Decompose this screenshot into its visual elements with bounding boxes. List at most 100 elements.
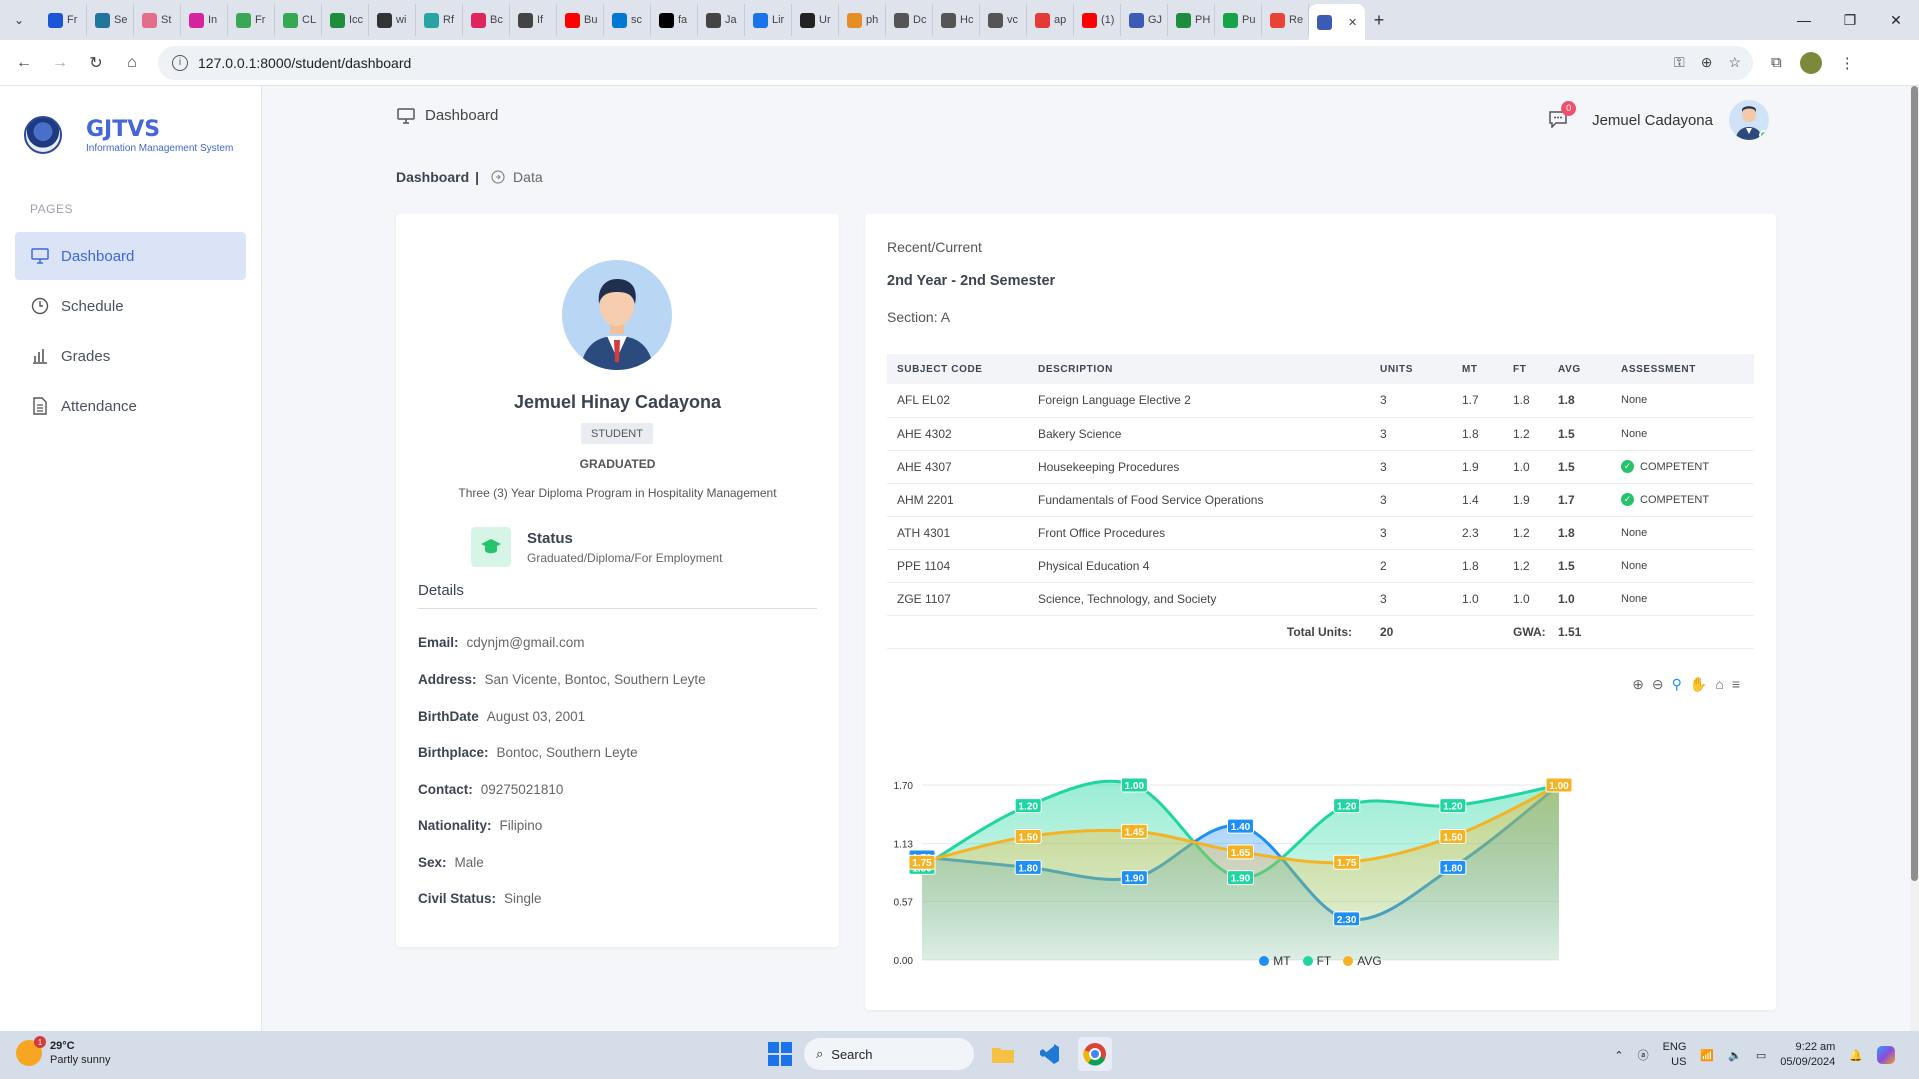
clock[interactable]: 9:22 am 05/09/2024: [1780, 1040, 1835, 1070]
browser-tab[interactable]: Dc: [886, 4, 933, 36]
file-explorer-icon[interactable]: [986, 1037, 1020, 1071]
tab-favicon-icon: [1129, 12, 1144, 28]
browser-tab[interactable]: St: [134, 4, 181, 36]
chevron-up-icon[interactable]: ⌃: [1614, 1049, 1623, 1062]
legend-item-ft[interactable]: FT: [1302, 954, 1331, 968]
vscode-icon[interactable]: [1032, 1037, 1066, 1071]
forward-icon[interactable]: →: [42, 54, 78, 72]
close-tab-icon[interactable]: ✕: [1348, 16, 1357, 29]
data-label-text: 1.20: [1443, 802, 1463, 813]
browser-tab[interactable]: ✕: [1309, 4, 1365, 40]
browser-tab[interactable]: ap: [1027, 4, 1074, 36]
legend-dot-icon: [1259, 956, 1270, 966]
tab-label: Lir: [772, 14, 785, 26]
standing-label: GRADUATED: [579, 457, 656, 471]
key-icon[interactable]: ⚿: [1674, 54, 1685, 71]
windows-start-icon[interactable]: [768, 1042, 792, 1066]
browser-tab[interactable]: Bu: [557, 4, 604, 36]
browser-tab[interactable]: If: [510, 4, 557, 36]
data-label-avg: 1.75: [908, 854, 936, 870]
data-label-text: 1.00: [1125, 781, 1145, 792]
browser-tab[interactable]: Hc: [933, 4, 980, 36]
tab-favicon-icon: [753, 12, 768, 28]
browser-tab[interactable]: fa: [651, 4, 698, 36]
browser-tab[interactable]: Re: [1262, 4, 1309, 36]
cell-code: PPE 1104: [887, 549, 1028, 583]
y-tick-label: 0.57: [894, 897, 914, 908]
page-scrollbar[interactable]: [1910, 86, 1919, 1031]
browser-tab[interactable]: Ja: [698, 4, 745, 36]
tab-search-dropdown-icon[interactable]: ⌄: [6, 7, 32, 33]
data-label-avg: 1.75: [1333, 854, 1361, 870]
section-label: Section: A: [887, 309, 951, 325]
data-label-text: 1.00: [1549, 781, 1569, 792]
browser-tab[interactable]: vc: [980, 4, 1027, 36]
detail-sex: Sex: Male: [418, 855, 484, 870]
sidebar-item-dashboard[interactable]: Dashboard: [15, 232, 246, 280]
y-tick-label: 1.70: [894, 781, 914, 792]
site-info-icon[interactable]: i: [172, 54, 188, 71]
speaker-icon[interactable]: 🔈: [1728, 1049, 1742, 1062]
language-indicator[interactable]: ENG US: [1663, 1040, 1687, 1070]
brand[interactable]: GJTVS Information Management System: [0, 86, 261, 154]
taskbar-search[interactable]: ⌕ Search: [804, 1038, 974, 1070]
browser-tab[interactable]: wi: [369, 4, 416, 36]
browser-tab[interactable]: Lir: [745, 4, 792, 36]
sidebar-item-attendance[interactable]: Attendance: [15, 382, 246, 430]
avatar[interactable]: [1729, 100, 1769, 140]
browser-tab[interactable]: Pu: [1215, 4, 1262, 36]
zoom-icon[interactable]: ⊕: [1701, 54, 1713, 71]
reload-icon[interactable]: ↻: [78, 53, 114, 73]
chrome-icon[interactable]: [1078, 1037, 1112, 1071]
weather-widget[interactable]: 1 29°C Partly sunny: [16, 1036, 111, 1067]
minimize-icon[interactable]: —: [1781, 0, 1827, 40]
sidebar-item-grades[interactable]: Grades: [15, 332, 246, 380]
browser-menu-icon[interactable]: ⋮: [1840, 54, 1855, 72]
page-title-text: Dashboard: [425, 107, 499, 124]
restore-icon[interactable]: ❐: [1827, 0, 1873, 40]
breadcrumb-main[interactable]: Dashboard: [396, 169, 469, 185]
browser-tab[interactable]: Rf: [416, 4, 463, 36]
battery-icon[interactable]: ▭: [1756, 1049, 1766, 1062]
student-avatar: [562, 260, 672, 370]
profile-avatar[interactable]: [1799, 51, 1822, 74]
browser-tab[interactable]: (1): [1074, 4, 1121, 36]
browser-tab[interactable]: ph: [839, 4, 886, 36]
browser-tab[interactable]: Fr: [228, 4, 275, 36]
browser-tab[interactable]: Fr: [40, 4, 87, 36]
browser-tab[interactable]: PH: [1168, 4, 1215, 36]
notification-bell-icon[interactable]: 🔔: [1849, 1049, 1863, 1062]
browser-tab[interactable]: In: [181, 4, 228, 36]
data-label-ft: 1.90: [1227, 870, 1254, 886]
browser-tab[interactable]: GJ: [1121, 4, 1168, 36]
data-label-text: 1.20: [1337, 802, 1357, 813]
cell-desc: Housekeeping Procedures: [1028, 450, 1370, 484]
new-tab-button[interactable]: +: [1365, 10, 1393, 31]
scrollbar-thumb[interactable]: [1911, 86, 1918, 881]
browser-tab[interactable]: Icc: [322, 4, 369, 36]
browser-tab[interactable]: CL: [275, 4, 322, 36]
browser-tab[interactable]: Se: [87, 4, 134, 36]
url-bar[interactable]: i 127.0.0.1:8000/student/dashboard ⚿ ⊕ ☆: [158, 45, 1753, 80]
browser-tab[interactable]: sc: [604, 4, 651, 36]
home-icon[interactable]: ⌂: [114, 54, 150, 72]
user-name[interactable]: Jemuel Cadayona: [1592, 112, 1713, 129]
browser-tab[interactable]: Bc: [463, 4, 510, 36]
messages-button[interactable]: 0: [1548, 100, 1577, 131]
wifi-icon[interactable]: 📶: [1700, 1049, 1714, 1062]
copilot-icon[interactable]: [1877, 1046, 1895, 1064]
tab-favicon-icon: [424, 12, 439, 28]
table-row: AFL EL02 Foreign Language Elective 2 3 1.7 1…: [887, 384, 1754, 418]
legend-item-avg[interactable]: AVG: [1343, 954, 1382, 968]
cell-avg: 1.5: [1548, 417, 1611, 451]
bookmark-star-icon[interactable]: ☆: [1728, 54, 1741, 71]
extensions-icon[interactable]: ⧉: [1771, 54, 1782, 71]
back-icon[interactable]: ←: [6, 54, 42, 72]
legend-item-mt[interactable]: MT: [1259, 954, 1291, 968]
ime-icon[interactable]: ⓐ: [1638, 1047, 1649, 1063]
browser-tab[interactable]: Ur: [792, 4, 839, 36]
close-window-icon[interactable]: ✕: [1873, 0, 1919, 40]
sidebar-item-schedule[interactable]: Schedule: [15, 282, 246, 330]
detail-address: Address: San Vicente, Bontoc, Southern Le…: [418, 672, 706, 687]
data-label-avg: 1.65: [1227, 844, 1254, 860]
